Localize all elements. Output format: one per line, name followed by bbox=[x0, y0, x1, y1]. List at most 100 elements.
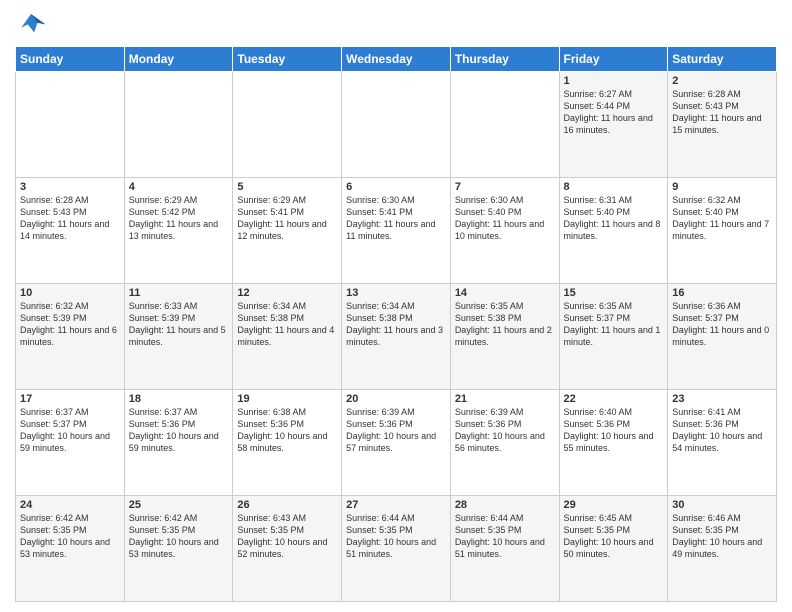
day-cell bbox=[342, 72, 451, 178]
day-info: Sunrise: 6:44 AMSunset: 5:35 PMDaylight:… bbox=[346, 512, 446, 561]
calendar-table: SundayMondayTuesdayWednesdayThursdayFrid… bbox=[15, 46, 777, 602]
day-info: Sunrise: 6:40 AMSunset: 5:36 PMDaylight:… bbox=[564, 406, 664, 455]
day-number: 26 bbox=[237, 499, 337, 511]
day-number: 8 bbox=[564, 181, 664, 193]
day-number: 13 bbox=[346, 287, 446, 299]
day-info: Sunrise: 6:39 AMSunset: 5:36 PMDaylight:… bbox=[346, 406, 446, 455]
day-cell: 5Sunrise: 6:29 AMSunset: 5:41 PMDaylight… bbox=[233, 178, 342, 284]
day-info: Sunrise: 6:34 AMSunset: 5:38 PMDaylight:… bbox=[237, 300, 337, 349]
day-number: 24 bbox=[20, 499, 120, 511]
day-cell: 29Sunrise: 6:45 AMSunset: 5:35 PMDayligh… bbox=[559, 496, 668, 602]
day-cell: 2Sunrise: 6:28 AMSunset: 5:43 PMDaylight… bbox=[668, 72, 777, 178]
day-info: Sunrise: 6:38 AMSunset: 5:36 PMDaylight:… bbox=[237, 406, 337, 455]
day-number: 15 bbox=[564, 287, 664, 299]
day-number: 21 bbox=[455, 393, 555, 405]
day-info: Sunrise: 6:33 AMSunset: 5:39 PMDaylight:… bbox=[129, 300, 229, 349]
day-info: Sunrise: 6:35 AMSunset: 5:37 PMDaylight:… bbox=[564, 300, 664, 349]
weekday-saturday: Saturday bbox=[668, 47, 777, 72]
day-info: Sunrise: 6:31 AMSunset: 5:40 PMDaylight:… bbox=[564, 194, 664, 243]
header bbox=[15, 10, 777, 38]
day-number: 9 bbox=[672, 181, 772, 193]
day-cell bbox=[124, 72, 233, 178]
week-row-1: 1Sunrise: 6:27 AMSunset: 5:44 PMDaylight… bbox=[16, 72, 777, 178]
weekday-friday: Friday bbox=[559, 47, 668, 72]
weekday-header-row: SundayMondayTuesdayWednesdayThursdayFrid… bbox=[16, 47, 777, 72]
day-cell: 11Sunrise: 6:33 AMSunset: 5:39 PMDayligh… bbox=[124, 284, 233, 390]
day-cell: 12Sunrise: 6:34 AMSunset: 5:38 PMDayligh… bbox=[233, 284, 342, 390]
day-info: Sunrise: 6:35 AMSunset: 5:38 PMDaylight:… bbox=[455, 300, 555, 349]
week-row-5: 24Sunrise: 6:42 AMSunset: 5:35 PMDayligh… bbox=[16, 496, 777, 602]
day-info: Sunrise: 6:36 AMSunset: 5:37 PMDaylight:… bbox=[672, 300, 772, 349]
day-info: Sunrise: 6:42 AMSunset: 5:35 PMDaylight:… bbox=[129, 512, 229, 561]
day-cell: 9Sunrise: 6:32 AMSunset: 5:40 PMDaylight… bbox=[668, 178, 777, 284]
day-number: 11 bbox=[129, 287, 229, 299]
day-number: 5 bbox=[237, 181, 337, 193]
weekday-wednesday: Wednesday bbox=[342, 47, 451, 72]
day-info: Sunrise: 6:32 AMSunset: 5:39 PMDaylight:… bbox=[20, 300, 120, 349]
day-number: 28 bbox=[455, 499, 555, 511]
day-info: Sunrise: 6:30 AMSunset: 5:41 PMDaylight:… bbox=[346, 194, 446, 243]
day-cell: 30Sunrise: 6:46 AMSunset: 5:35 PMDayligh… bbox=[668, 496, 777, 602]
day-info: Sunrise: 6:44 AMSunset: 5:35 PMDaylight:… bbox=[455, 512, 555, 561]
day-cell: 14Sunrise: 6:35 AMSunset: 5:38 PMDayligh… bbox=[450, 284, 559, 390]
day-cell: 19Sunrise: 6:38 AMSunset: 5:36 PMDayligh… bbox=[233, 390, 342, 496]
day-info: Sunrise: 6:43 AMSunset: 5:35 PMDaylight:… bbox=[237, 512, 337, 561]
day-info: Sunrise: 6:29 AMSunset: 5:42 PMDaylight:… bbox=[129, 194, 229, 243]
day-cell: 22Sunrise: 6:40 AMSunset: 5:36 PMDayligh… bbox=[559, 390, 668, 496]
day-cell: 24Sunrise: 6:42 AMSunset: 5:35 PMDayligh… bbox=[16, 496, 125, 602]
day-info: Sunrise: 6:39 AMSunset: 5:36 PMDaylight:… bbox=[455, 406, 555, 455]
day-cell: 25Sunrise: 6:42 AMSunset: 5:35 PMDayligh… bbox=[124, 496, 233, 602]
day-number: 22 bbox=[564, 393, 664, 405]
day-number: 16 bbox=[672, 287, 772, 299]
logo-icon bbox=[15, 10, 47, 38]
weekday-sunday: Sunday bbox=[16, 47, 125, 72]
day-number: 23 bbox=[672, 393, 772, 405]
day-cell: 17Sunrise: 6:37 AMSunset: 5:37 PMDayligh… bbox=[16, 390, 125, 496]
day-cell: 26Sunrise: 6:43 AMSunset: 5:35 PMDayligh… bbox=[233, 496, 342, 602]
day-cell: 27Sunrise: 6:44 AMSunset: 5:35 PMDayligh… bbox=[342, 496, 451, 602]
day-cell: 10Sunrise: 6:32 AMSunset: 5:39 PMDayligh… bbox=[16, 284, 125, 390]
day-info: Sunrise: 6:37 AMSunset: 5:36 PMDaylight:… bbox=[129, 406, 229, 455]
day-number: 14 bbox=[455, 287, 555, 299]
day-info: Sunrise: 6:29 AMSunset: 5:41 PMDaylight:… bbox=[237, 194, 337, 243]
day-cell bbox=[233, 72, 342, 178]
weekday-monday: Monday bbox=[124, 47, 233, 72]
day-number: 1 bbox=[564, 75, 664, 87]
day-number: 10 bbox=[20, 287, 120, 299]
day-info: Sunrise: 6:45 AMSunset: 5:35 PMDaylight:… bbox=[564, 512, 664, 561]
day-info: Sunrise: 6:37 AMSunset: 5:37 PMDaylight:… bbox=[20, 406, 120, 455]
page-container: SundayMondayTuesdayWednesdayThursdayFrid… bbox=[0, 0, 792, 612]
day-cell: 3Sunrise: 6:28 AMSunset: 5:43 PMDaylight… bbox=[16, 178, 125, 284]
day-number: 7 bbox=[455, 181, 555, 193]
day-cell: 15Sunrise: 6:35 AMSunset: 5:37 PMDayligh… bbox=[559, 284, 668, 390]
day-cell: 6Sunrise: 6:30 AMSunset: 5:41 PMDaylight… bbox=[342, 178, 451, 284]
day-cell: 28Sunrise: 6:44 AMSunset: 5:35 PMDayligh… bbox=[450, 496, 559, 602]
day-cell: 20Sunrise: 6:39 AMSunset: 5:36 PMDayligh… bbox=[342, 390, 451, 496]
day-cell: 4Sunrise: 6:29 AMSunset: 5:42 PMDaylight… bbox=[124, 178, 233, 284]
day-cell: 1Sunrise: 6:27 AMSunset: 5:44 PMDaylight… bbox=[559, 72, 668, 178]
day-info: Sunrise: 6:28 AMSunset: 5:43 PMDaylight:… bbox=[672, 88, 772, 137]
day-cell: 16Sunrise: 6:36 AMSunset: 5:37 PMDayligh… bbox=[668, 284, 777, 390]
day-cell bbox=[16, 72, 125, 178]
day-cell: 8Sunrise: 6:31 AMSunset: 5:40 PMDaylight… bbox=[559, 178, 668, 284]
day-number: 19 bbox=[237, 393, 337, 405]
day-info: Sunrise: 6:32 AMSunset: 5:40 PMDaylight:… bbox=[672, 194, 772, 243]
logo bbox=[15, 10, 51, 38]
day-info: Sunrise: 6:30 AMSunset: 5:40 PMDaylight:… bbox=[455, 194, 555, 243]
weekday-tuesday: Tuesday bbox=[233, 47, 342, 72]
day-cell: 21Sunrise: 6:39 AMSunset: 5:36 PMDayligh… bbox=[450, 390, 559, 496]
day-cell: 13Sunrise: 6:34 AMSunset: 5:38 PMDayligh… bbox=[342, 284, 451, 390]
day-info: Sunrise: 6:34 AMSunset: 5:38 PMDaylight:… bbox=[346, 300, 446, 349]
day-number: 6 bbox=[346, 181, 446, 193]
day-number: 18 bbox=[129, 393, 229, 405]
day-number: 25 bbox=[129, 499, 229, 511]
week-row-3: 10Sunrise: 6:32 AMSunset: 5:39 PMDayligh… bbox=[16, 284, 777, 390]
day-info: Sunrise: 6:46 AMSunset: 5:35 PMDaylight:… bbox=[672, 512, 772, 561]
day-info: Sunrise: 6:42 AMSunset: 5:35 PMDaylight:… bbox=[20, 512, 120, 561]
day-number: 2 bbox=[672, 75, 772, 87]
day-cell: 18Sunrise: 6:37 AMSunset: 5:36 PMDayligh… bbox=[124, 390, 233, 496]
day-info: Sunrise: 6:41 AMSunset: 5:36 PMDaylight:… bbox=[672, 406, 772, 455]
day-info: Sunrise: 6:27 AMSunset: 5:44 PMDaylight:… bbox=[564, 88, 664, 137]
week-row-4: 17Sunrise: 6:37 AMSunset: 5:37 PMDayligh… bbox=[16, 390, 777, 496]
day-number: 29 bbox=[564, 499, 664, 511]
